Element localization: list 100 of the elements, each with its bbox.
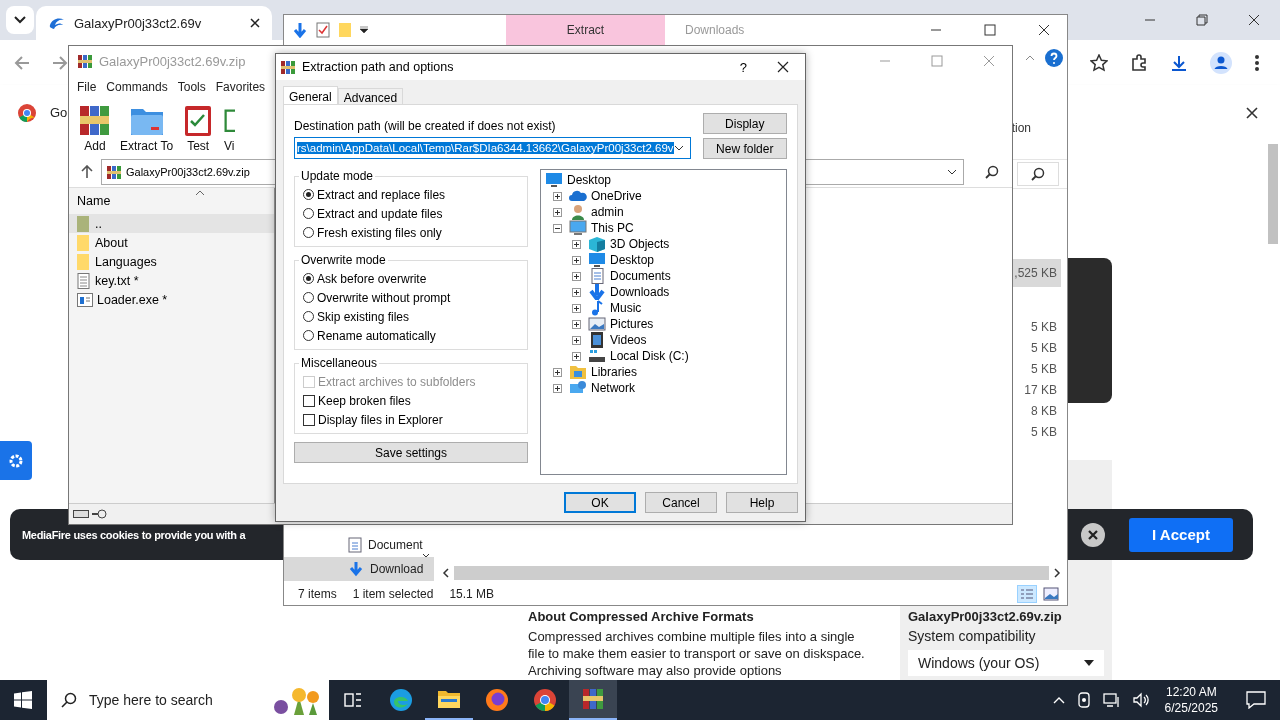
- expand-toggle[interactable]: [572, 303, 581, 313]
- save-settings-button[interactable]: Save settings: [294, 442, 528, 463]
- tree-item[interactable]: Downloads: [609, 285, 670, 299]
- tree-item[interactable]: Desktop: [609, 253, 655, 267]
- tree-item[interactable]: Desktop: [566, 173, 612, 187]
- option[interactable]: Extract and update files: [303, 204, 519, 223]
- accept-button[interactable]: I Accept: [1129, 517, 1233, 552]
- expand-toggle[interactable]: [572, 335, 581, 345]
- expand-toggle[interactable]: [572, 351, 581, 361]
- tab-list-button[interactable]: [6, 6, 34, 34]
- file-row[interactable]: ..: [69, 214, 274, 233]
- os-select[interactable]: Windows (your OS): [908, 650, 1104, 676]
- notification-icon[interactable]: [1246, 691, 1266, 709]
- close-icon[interactable]: [777, 61, 789, 73]
- scroll-right-icon[interactable]: [1053, 568, 1061, 578]
- destination-field[interactable]: rs\admin\AppData\Local\Temp\Rar$DIa6344.13662\GalaxyPr00j33ct2.69v: [294, 137, 691, 159]
- dialog-button[interactable]: New folder: [702, 138, 787, 159]
- settings-button[interactable]: [0, 441, 32, 480]
- expand-toggle[interactable]: [572, 271, 581, 281]
- back-icon[interactable]: [14, 54, 30, 71]
- scrollbar-thumb[interactable]: [454, 566, 1049, 580]
- expand-toggle[interactable]: [553, 223, 562, 233]
- browser-tab[interactable]: GalaxyPr00j33ct2.69v: [36, 6, 272, 40]
- toolbar-button[interactable]: Add: [75, 103, 115, 157]
- option[interactable]: Extract and replace files: [303, 185, 519, 204]
- restore-icon[interactable]: [1196, 14, 1208, 26]
- start-icon[interactable]: [14, 691, 32, 709]
- tree-item[interactable]: This PC: [590, 221, 634, 235]
- properties-icon[interactable]: [316, 22, 330, 38]
- expand-toggle[interactable]: [553, 383, 562, 393]
- option[interactable]: Overwrite without prompt: [303, 288, 519, 307]
- up-arrow-icon[interactable]: [81, 165, 93, 179]
- close-icon[interactable]: [1246, 106, 1258, 119]
- tree-item[interactable]: Music: [609, 301, 642, 315]
- network-icon[interactable]: [1102, 692, 1121, 708]
- scroll-left-icon[interactable]: [442, 568, 450, 578]
- file-row[interactable]: key.txt *: [69, 271, 274, 290]
- expand-toggle[interactable]: [572, 255, 581, 265]
- tree-item[interactable]: Videos: [609, 333, 647, 347]
- tree-item[interactable]: Network: [590, 381, 635, 395]
- toolbar-button[interactable]: Vi: [220, 103, 239, 157]
- ribbon-tab[interactable]: Extract: [506, 15, 665, 45]
- close-icon[interactable]: [1248, 14, 1260, 26]
- file-row[interactable]: Languages: [69, 252, 274, 271]
- option[interactable]: Ask before overwrite: [303, 269, 519, 288]
- option[interactable]: Display files in Explorer: [303, 410, 519, 429]
- nav-item[interactable]: Document: [284, 533, 434, 557]
- tree-item[interactable]: OneDrive: [590, 189, 642, 203]
- maximize-icon[interactable]: [984, 24, 996, 36]
- expand-toggle[interactable]: [553, 207, 562, 217]
- download-arrow-icon[interactable]: [292, 22, 308, 38]
- expand-toggle[interactable]: [553, 191, 562, 201]
- search-field[interactable]: [1017, 162, 1059, 186]
- scroll-down-icon[interactable]: [422, 553, 430, 559]
- toolbar-button[interactable]: Test: [178, 103, 219, 157]
- clock-time[interactable]: 12:20 AM: [1165, 684, 1217, 700]
- collapse-icon[interactable]: [1025, 55, 1035, 61]
- close-icon[interactable]: [250, 18, 260, 28]
- device-icon[interactable]: [1076, 692, 1091, 708]
- star-icon[interactable]: [1090, 53, 1108, 72]
- menu-item[interactable]: Commands: [106, 79, 168, 94]
- extension-icon[interactable]: [1130, 53, 1148, 72]
- profile-icon[interactable]: [1210, 51, 1232, 74]
- dialog-button[interactable]: Help: [726, 492, 798, 513]
- expand-toggle[interactable]: [572, 239, 581, 249]
- search-field[interactable]: Type here to search: [47, 680, 329, 720]
- help-icon[interactable]: [1045, 49, 1063, 67]
- tree-item[interactable]: Documents: [609, 269, 671, 283]
- menu-item[interactable]: Tools: [177, 79, 206, 94]
- close-button[interactable]: [1081, 522, 1105, 547]
- option[interactable]: Skip existing files: [303, 307, 519, 326]
- tree-item[interactable]: 3D Objects: [609, 237, 670, 251]
- menu-item[interactable]: File: [77, 79, 97, 94]
- expand-toggle[interactable]: [553, 367, 562, 377]
- file-row[interactable]: About: [69, 233, 274, 252]
- column-header[interactable]: Name: [77, 194, 111, 208]
- scrollbar[interactable]: [1268, 144, 1278, 244]
- tree-item[interactable]: Local Disk (C:): [609, 349, 689, 363]
- tree-item[interactable]: Libraries: [590, 365, 638, 379]
- help-button[interactable]: ?: [725, 59, 761, 75]
- dropdown-icon[interactable]: [360, 26, 368, 34]
- file-row[interactable]: Loader.exe *: [69, 290, 274, 309]
- tree-item[interactable]: Pictures: [609, 317, 654, 331]
- dialog-button[interactable]: Cancel: [645, 492, 717, 513]
- expand-toggle[interactable]: [572, 319, 581, 329]
- forward-icon[interactable]: [52, 54, 68, 71]
- thumbnail-view-icon[interactable]: [1043, 587, 1059, 601]
- close-icon[interactable]: [1038, 24, 1050, 36]
- option[interactable]: Rename automatically: [303, 326, 519, 345]
- dialog-button[interactable]: Display: [702, 113, 787, 134]
- menu-icon[interactable]: [1254, 53, 1260, 72]
- expand-toggle[interactable]: [572, 287, 581, 297]
- nav-item[interactable]: Download: [284, 557, 434, 581]
- option[interactable]: Fresh existing files only: [303, 223, 519, 242]
- clock-date[interactable]: 6/25/2025: [1164, 700, 1218, 716]
- winrar-taskbar-icon[interactable]: [569, 680, 617, 720]
- toolbar-button[interactable]: Extract To: [117, 103, 177, 157]
- dialog-button[interactable]: OK: [564, 492, 636, 513]
- menu-item[interactable]: Favorites: [215, 79, 266, 94]
- tree-item[interactable]: admin: [590, 205, 624, 219]
